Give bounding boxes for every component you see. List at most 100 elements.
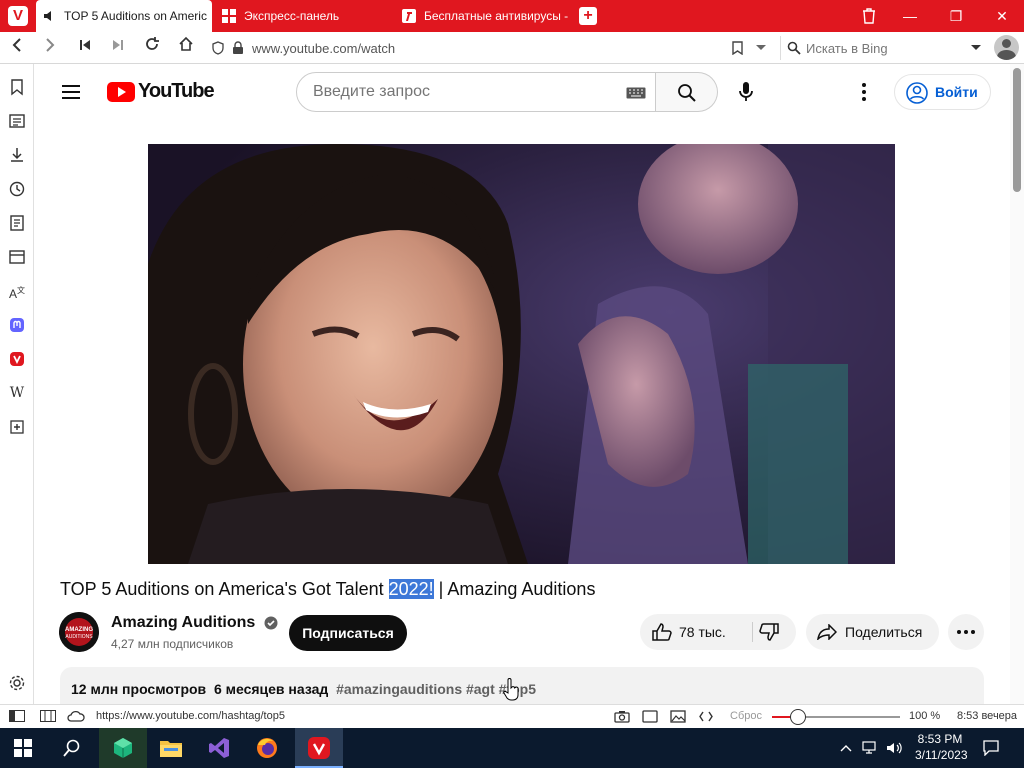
bookmarks-icon[interactable] [8, 78, 26, 96]
notes-icon[interactable] [8, 214, 26, 232]
chevron-down-icon[interactable] [755, 44, 767, 52]
dislike-button[interactable] [753, 614, 796, 650]
youtube-search-field[interactable] [296, 72, 656, 112]
image-icon[interactable] [670, 710, 686, 723]
tab-bar: V TOP 5 Auditions on Americ Экспресс-пан… [0, 0, 1024, 32]
search-icon[interactable] [63, 739, 81, 757]
downloads-icon[interactable] [8, 146, 26, 164]
profile-avatar-icon[interactable] [994, 35, 1019, 60]
tab-title: Экспресс-панель [244, 9, 340, 23]
youtube-header: YouTube Войти [35, 64, 1010, 120]
volume-icon[interactable] [886, 741, 902, 755]
vivaldi-menu-icon[interactable]: V [8, 6, 28, 26]
search-icon [787, 41, 801, 55]
thumbs-down-icon [759, 623, 779, 641]
svg-text:AMAZING: AMAZING [65, 627, 93, 633]
maximize-button[interactable]: ❐ [934, 0, 978, 32]
bookmark-icon[interactable] [732, 41, 743, 55]
youtube-search-button[interactable] [656, 72, 718, 112]
zoom-reset-label[interactable]: Сброс [730, 710, 762, 722]
window-panel-icon[interactable] [8, 248, 26, 266]
video-title-part: TOP 5 Auditions on America's Got Talent [60, 579, 389, 599]
speaker-icon[interactable] [42, 9, 56, 23]
svg-text:AUDITIONS: AUDITIONS [65, 634, 93, 640]
youtube-search-input[interactable] [313, 82, 613, 102]
mastodon-icon[interactable] [8, 316, 26, 334]
tab-title: Бесплатные антивирусы - [424, 9, 569, 23]
home-icon[interactable] [174, 36, 198, 60]
reload-icon[interactable] [140, 36, 164, 60]
share-label: Поделиться [845, 624, 923, 640]
taskbar-app-3d-cube[interactable] [99, 728, 147, 768]
more-actions-button[interactable] [948, 614, 984, 650]
scrollbar-thumb[interactable] [1013, 68, 1021, 192]
sign-in-button[interactable]: Войти [894, 74, 991, 110]
shield-icon[interactable] [212, 41, 224, 55]
panel-toggle-icon[interactable] [9, 710, 25, 722]
minimize-button[interactable]: — [888, 0, 932, 32]
bing-search-field[interactable]: Искать в Bing [780, 36, 988, 60]
fast-forward-icon[interactable] [106, 36, 130, 60]
video-title: TOP 5 Auditions on America's Got Talent … [60, 579, 595, 600]
tab-tiling-icon[interactable] [40, 710, 56, 722]
description-box[interactable]: 12 млн просмотров 6 месяцев назад #amazi… [60, 667, 984, 707]
channel-name[interactable]: Amazing Auditions [111, 614, 278, 632]
rewind-icon[interactable] [73, 36, 97, 60]
cloud-sync-icon[interactable] [67, 710, 85, 722]
chevron-up-icon[interactable] [840, 744, 852, 752]
windows-start-icon[interactable] [14, 739, 32, 757]
forward-icon[interactable] [38, 36, 62, 60]
like-button[interactable]: 78 тыс. [640, 614, 752, 650]
lock-icon[interactable] [232, 41, 244, 55]
network-icon[interactable] [862, 741, 880, 755]
url-field[interactable]: www.youtube.com/watch [252, 41, 395, 56]
taskbar-app-visual-studio[interactable] [195, 728, 243, 768]
add-panel-icon[interactable] [8, 418, 26, 436]
tab-express-panel[interactable]: Экспресс-панель [216, 0, 392, 32]
clock-date: 3/11/2023 [915, 748, 968, 762]
share-icon [817, 624, 837, 640]
tab-youtube[interactable]: TOP 5 Auditions on Americ [36, 0, 212, 32]
video-player[interactable] [148, 144, 895, 564]
camera-icon[interactable] [614, 710, 630, 723]
zoom-slider-thumb[interactable] [790, 709, 806, 725]
thumbs-up-icon [652, 623, 672, 641]
tab-antivirus[interactable]: Бесплатные антивирусы - [396, 0, 572, 32]
code-icon[interactable] [699, 711, 713, 722]
more-vertical-icon[interactable] [862, 83, 866, 101]
reading-list-icon[interactable] [8, 112, 26, 130]
channel-avatar[interactable]: AMAZING AUDITIONS [59, 612, 99, 652]
system-clock[interactable]: 8:53 PM 3/11/2023 [915, 728, 968, 768]
zoom-slider[interactable] [772, 709, 900, 725]
taskbar-app-explorer[interactable] [147, 728, 195, 768]
youtube-play-icon [107, 82, 135, 102]
bing-search-placeholder: Искать в Bing [806, 41, 888, 56]
youtube-wordmark: YouTube [138, 80, 215, 102]
chevron-down-icon[interactable] [970, 44, 982, 52]
subscribe-button[interactable]: Подписаться [289, 615, 407, 651]
notifications-icon[interactable] [983, 740, 999, 756]
wikipedia-icon[interactable]: W [8, 384, 26, 402]
trash-icon[interactable] [862, 8, 876, 24]
back-icon[interactable] [5, 36, 29, 60]
zoom-level: 100 % [909, 710, 941, 722]
close-button[interactable]: ✕ [980, 0, 1024, 32]
antivirus-icon [402, 8, 416, 23]
sign-in-label: Войти [935, 84, 978, 100]
translate-icon[interactable]: A文 [8, 282, 26, 301]
hamburger-menu-icon[interactable] [61, 84, 81, 100]
clock-time: 8:53 PM [917, 732, 963, 746]
page-scrollbar[interactable] [1010, 64, 1024, 704]
vivaldi-icon[interactable] [8, 350, 26, 368]
microphone-icon[interactable] [739, 82, 753, 102]
keyboard-icon[interactable] [626, 87, 646, 99]
status-link-url: https://www.youtube.com/hashtag/top5 [96, 710, 285, 722]
taskbar-app-vivaldi[interactable] [295, 728, 343, 768]
window-icon[interactable] [642, 710, 658, 723]
settings-gear-icon[interactable] [8, 674, 26, 692]
taskbar-app-firefox[interactable] [243, 728, 291, 768]
history-icon[interactable] [8, 180, 26, 198]
share-button[interactable]: Поделиться [806, 614, 939, 650]
new-tab-button[interactable]: + [579, 7, 597, 25]
status-bar: https://www.youtube.com/hashtag/top5 Сбр… [0, 704, 1024, 728]
